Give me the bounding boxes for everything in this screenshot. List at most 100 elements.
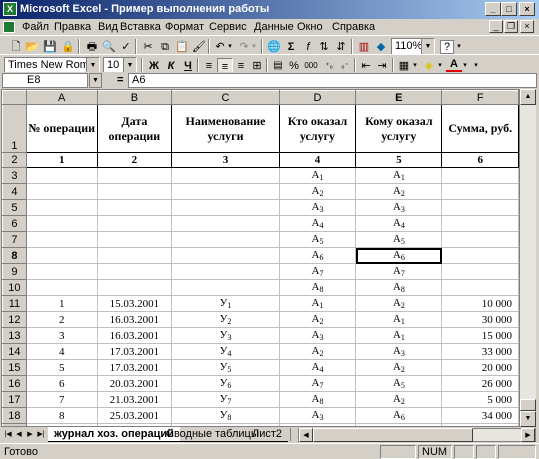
cell-operation-number[interactable]: 6	[25, 375, 98, 392]
cell-operation-number[interactable]	[25, 167, 98, 184]
row-header[interactable]: 10	[2, 279, 27, 296]
cell-amount[interactable]	[441, 215, 519, 232]
hscroll-thumb[interactable]	[313, 428, 473, 442]
cell-amount[interactable]: 5 000	[441, 391, 519, 408]
excel-app-icon[interactable]: X	[3, 2, 17, 16]
cell-amount[interactable]: 30 000	[441, 311, 519, 328]
zoom-select[interactable]: 110% ▼	[391, 38, 435, 55]
cell-amount[interactable]	[441, 247, 519, 264]
doc-restore-button[interactable]: ❐	[504, 20, 518, 33]
column-header-f[interactable]: F	[441, 90, 519, 105]
row-header[interactable]: 5	[2, 199, 27, 216]
number-cell[interactable]: 1	[25, 152, 98, 168]
cell-operation-date[interactable]	[96, 183, 173, 200]
cell-provider[interactable]: А8	[278, 279, 357, 296]
cell-recipient[interactable]: А2	[355, 359, 443, 376]
cell-operation-number[interactable]	[25, 279, 98, 296]
cell-recipient[interactable]: А2	[355, 295, 443, 312]
cell-operation-date[interactable]	[96, 279, 173, 296]
row-header[interactable]: 7	[2, 231, 27, 248]
cell-recipient[interactable]: А3	[355, 199, 443, 216]
cell-recipient[interactable]: А2	[355, 391, 443, 408]
name-box-dropdown-icon[interactable]: ▼	[89, 73, 102, 88]
cell-amount[interactable]	[441, 199, 519, 216]
cell-amount[interactable]: 10 000	[441, 295, 519, 312]
cell-operation-number[interactable]: 1	[25, 295, 98, 312]
menu-file[interactable]: Файл	[22, 21, 49, 33]
cell-service[interactable]: У7	[171, 391, 280, 408]
scroll-thumb[interactable]	[520, 399, 536, 411]
scroll-up-icon[interactable]: ▲	[520, 89, 536, 105]
close-button[interactable]: ×	[519, 2, 535, 16]
cell-amount[interactable]	[441, 167, 519, 184]
cell-operation-date[interactable]: 21.03.2001	[96, 391, 173, 408]
row-header[interactable]: 9	[2, 263, 27, 280]
print-preview-icon[interactable]: 🔍	[101, 39, 117, 55]
number-cell[interactable]: 3	[171, 152, 280, 168]
cell-operation-number[interactable]	[25, 247, 98, 264]
column-header-a[interactable]: A	[25, 90, 98, 105]
cell-service[interactable]: У5	[171, 359, 280, 376]
cut-icon[interactable]: ✂	[140, 39, 156, 55]
font-dropdown-icon[interactable]: ▼	[86, 58, 99, 73]
column-header-b[interactable]: B	[96, 90, 173, 105]
cell-operation-date[interactable]	[96, 231, 173, 248]
cell-amount[interactable]	[441, 183, 519, 200]
function-icon[interactable]: f	[300, 39, 316, 55]
row-header[interactable]: 1	[2, 104, 27, 153]
cell-recipient[interactable]: А3	[355, 343, 443, 360]
row-header[interactable]: 14	[2, 343, 27, 360]
cell-provider[interactable]: А5	[278, 231, 357, 248]
row-header[interactable]: 16	[2, 375, 27, 392]
cell-service[interactable]	[171, 199, 280, 216]
menu-data[interactable]: Данные	[254, 21, 294, 33]
cell-operation-date[interactable]	[96, 247, 173, 264]
cell-service[interactable]	[171, 183, 280, 200]
menu-edit[interactable]: Правка	[54, 21, 91, 33]
cell-service[interactable]: У8	[171, 407, 280, 424]
tab-split-handle[interactable]	[290, 428, 296, 441]
new-icon[interactable]: 🗋	[8, 39, 24, 55]
cell-operation-number[interactable]	[25, 183, 98, 200]
cell-service[interactable]	[171, 231, 280, 248]
zoom-dropdown-icon[interactable]: ▼	[421, 39, 434, 54]
excel-doc-icon[interactable]	[3, 21, 15, 33]
row-header[interactable]: 4	[2, 183, 27, 200]
permission-icon[interactable]: 🔒	[60, 39, 76, 55]
last-sheet-icon[interactable]: ▶|	[36, 428, 46, 441]
drawing-icon[interactable]: ◆	[373, 39, 389, 55]
cell-operation-date[interactable]: 25.03.2001	[96, 407, 173, 424]
cell-operation-date[interactable]: 15.03.2001	[96, 295, 173, 312]
column-header-c[interactable]: C	[171, 90, 280, 105]
cell-operation-date[interactable]: 16.03.2001	[96, 327, 173, 344]
copy-icon[interactable]: ⧉	[157, 39, 173, 55]
cell-amount[interactable]: 15 000	[441, 327, 519, 344]
cell-provider[interactable]: А6	[278, 247, 357, 264]
row-header[interactable]: 8	[2, 247, 27, 264]
row-header[interactable]: 6	[2, 215, 27, 232]
cell-amount[interactable]	[441, 263, 519, 280]
first-sheet-icon[interactable]: |◀	[3, 428, 13, 441]
cell-provider[interactable]: А2	[278, 311, 357, 328]
paste-icon[interactable]: 📋	[174, 39, 190, 55]
header-cell-service-name[interactable]: Наименование услуги	[171, 104, 280, 153]
undo-dropdown-icon[interactable]: ▾	[226, 39, 234, 55]
menu-insert[interactable]: Вставка	[120, 21, 161, 33]
cell-service[interactable]	[171, 247, 280, 264]
row-header[interactable]: 18	[2, 407, 27, 424]
cell-operation-number[interactable]: 7	[25, 391, 98, 408]
number-cell[interactable]: 5	[355, 152, 443, 168]
sheet-tab-list2[interactable]: Лист2	[246, 427, 289, 442]
row-header[interactable]: 15	[2, 359, 27, 376]
cell-service[interactable]: У1	[171, 295, 280, 312]
cell-provider[interactable]: А7	[278, 375, 357, 392]
header-cell-operation-date[interactable]: Дата операции	[96, 104, 173, 153]
cell-operation-date[interactable]: 17.03.2001	[96, 343, 173, 360]
cell-amount[interactable]	[441, 231, 519, 248]
cell-operation-date[interactable]: 20.03.2001	[96, 375, 173, 392]
horizontal-scrollbar[interactable]: ◀ ▶	[298, 428, 536, 442]
menu-help[interactable]: Справка	[332, 21, 375, 33]
cell-operation-number[interactable]: 2	[25, 311, 98, 328]
cell-service[interactable]	[171, 167, 280, 184]
cell-service[interactable]: У2	[171, 311, 280, 328]
